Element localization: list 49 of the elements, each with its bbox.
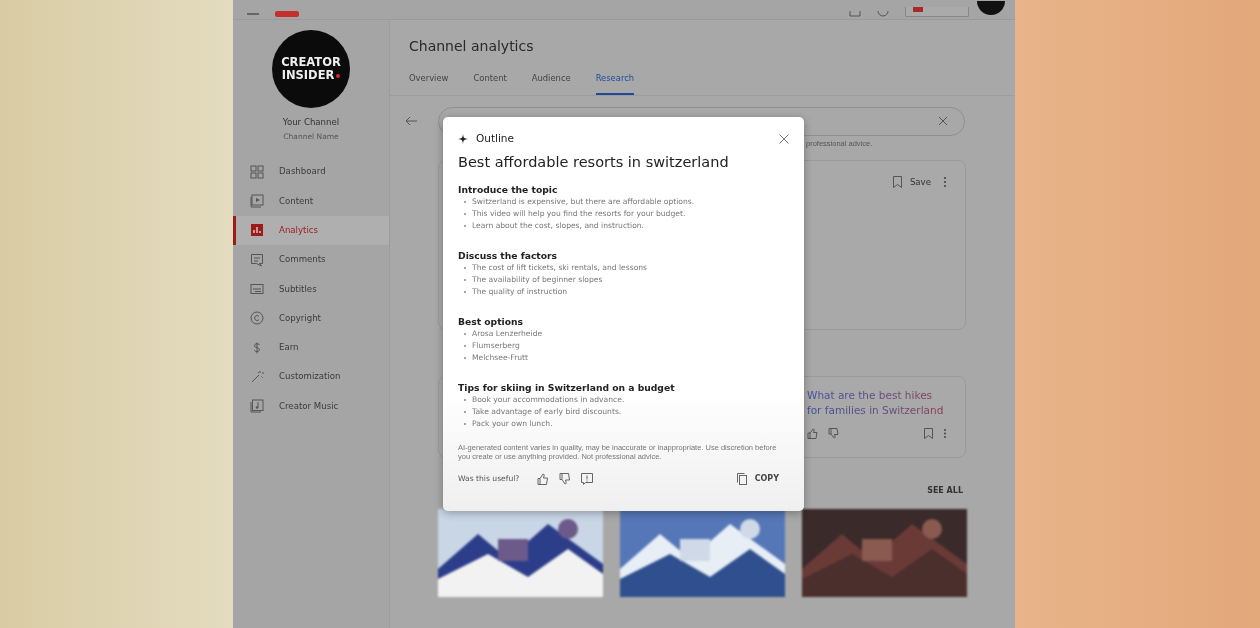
sidebar-item[interactable]: Creator Music [233, 391, 389, 421]
section-heading: Best options [458, 315, 525, 328]
sidebar-item[interactable]: Analytics [233, 215, 389, 246]
see-all-link[interactable]: SEE ALL [927, 484, 963, 497]
bookmark-icon[interactable] [924, 427, 933, 439]
tab[interactable]: Audience [531, 72, 571, 95]
bookmark-icon [892, 176, 902, 189]
sidebar-item[interactable]: Copyright [233, 303, 389, 333]
channel-name: Your Channel [281, 116, 341, 129]
more-icon[interactable] [943, 175, 947, 188]
sidebar-item[interactable]: Content [233, 186, 389, 216]
report-icon[interactable] [581, 472, 594, 485]
avatar[interactable] [977, 1, 1005, 17]
thumbs-up-icon[interactable] [807, 427, 818, 439]
close-icon[interactable] [779, 133, 789, 144]
thumbs-down-icon[interactable] [828, 427, 839, 439]
play-icon [250, 194, 264, 209]
thumbs-down-icon[interactable] [559, 472, 572, 485]
page-title: Channel analytics [409, 37, 535, 56]
tab[interactable]: Content [473, 72, 507, 95]
subtitles-icon [250, 281, 264, 296]
sidebar-item[interactable]: Comments [233, 245, 389, 275]
section-heading: Discuss the factors [458, 249, 559, 262]
section-heading: Introduce the topic [458, 183, 559, 196]
copyright-icon [250, 311, 264, 326]
back-arrow-icon[interactable] [404, 116, 418, 127]
sidebar-item[interactable]: Subtitles [233, 274, 389, 304]
sidebar-item[interactable]: Earn [233, 332, 389, 363]
save-button[interactable]: Save [892, 175, 931, 189]
comment-icon [250, 252, 264, 267]
dialog-label: Outline [476, 131, 514, 146]
music-note-icon [250, 399, 264, 414]
create-button[interactable] [905, 7, 969, 17]
tab[interactable]: Overview [409, 72, 449, 95]
sidebar-item[interactable]: Dashboard [233, 157, 389, 187]
channel-logo: CREATOR INSIDER [272, 30, 350, 108]
section-heading: Tips for skiing in Switzerland on a budget [458, 381, 676, 394]
clear-icon[interactable] [938, 116, 948, 127]
copy-button[interactable]: COPY [736, 472, 779, 485]
more-icon[interactable] [943, 427, 947, 439]
copy-icon [736, 472, 747, 485]
dialog-title: Best affordable resorts in switzerland [458, 152, 730, 172]
bar-chart-icon [250, 223, 264, 238]
wand-icon [250, 369, 264, 384]
grid-icon [250, 164, 264, 179]
sidebar-item[interactable]: Customization [233, 362, 389, 392]
menu-icon[interactable] [247, 13, 259, 17]
thumbs-up-icon[interactable] [537, 472, 550, 485]
tab[interactable]: Research [595, 72, 635, 95]
